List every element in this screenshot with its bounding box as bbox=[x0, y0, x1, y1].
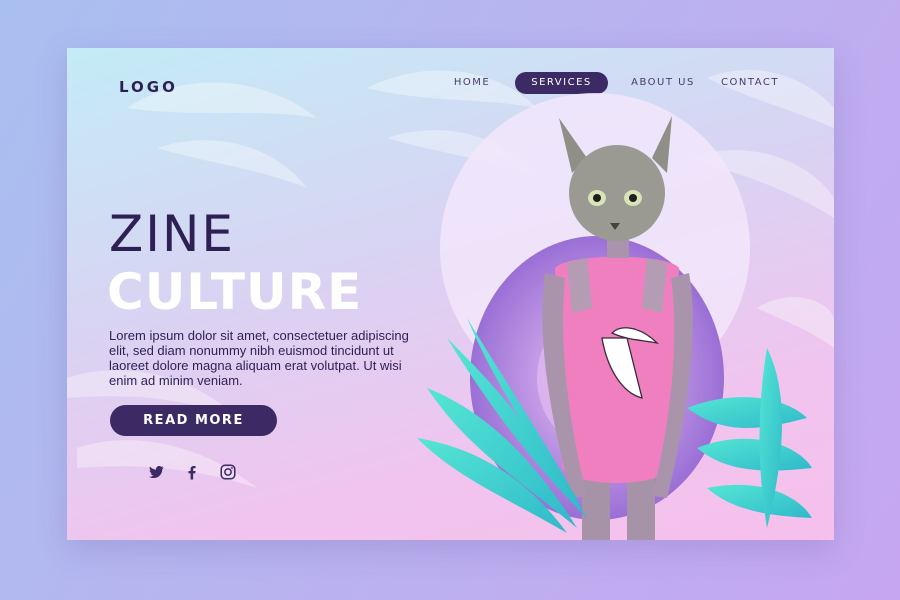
facebook-icon[interactable] bbox=[183, 463, 201, 481]
read-more-button[interactable]: READ MORE bbox=[110, 405, 277, 436]
twitter-icon[interactable] bbox=[147, 463, 165, 481]
hero-title-line-2: CULTURE bbox=[107, 263, 363, 321]
landing-page-card: LOGO HOME SERVICES ABOUT US CONTACT ZINE… bbox=[67, 48, 834, 540]
instagram-icon[interactable] bbox=[219, 463, 237, 481]
hero-body-text: Lorem ipsum dolor sit amet, consectetuer… bbox=[109, 328, 409, 388]
hero-title-line-1: ZINE bbox=[109, 205, 235, 263]
